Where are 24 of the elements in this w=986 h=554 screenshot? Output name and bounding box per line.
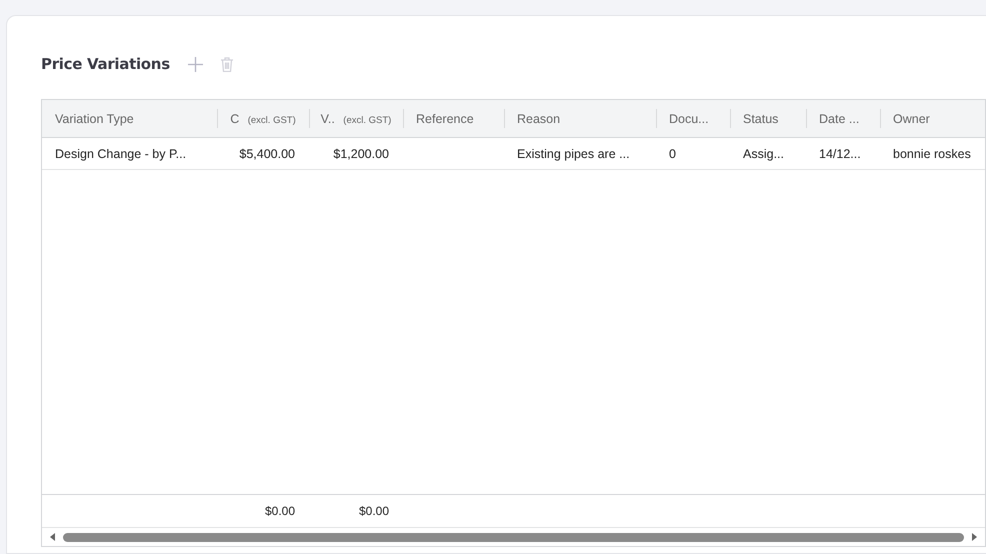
scroll-left-icon[interactable]	[50, 533, 55, 541]
table-cell: $5,400.00	[239, 146, 295, 160]
table-cell: Existing pipes are ...	[517, 146, 630, 160]
total-cell: $0.00	[264, 504, 295, 518]
column-header[interactable]: V.. (excl. GST)	[320, 112, 392, 126]
add-icon[interactable]	[188, 56, 203, 72]
column-header[interactable]: Owner	[893, 112, 930, 126]
scrollbar-thumb[interactable]	[63, 532, 964, 542]
column-header[interactable]: Reason	[517, 112, 560, 126]
table-cell: bonnie roskes	[893, 146, 971, 160]
column-header[interactable]: Variation Type	[55, 112, 134, 126]
table-cell: 0	[669, 146, 676, 160]
section-title: Price Variations	[41, 55, 170, 73]
table-cell: $1,200.00	[333, 146, 389, 160]
table-cell: Assig...	[743, 146, 784, 160]
total-cell: $0.00	[358, 504, 389, 518]
column-header[interactable]: Date ...	[819, 112, 860, 126]
column-header[interactable]: Docu...	[669, 112, 709, 126]
column-header[interactable]: C (excl. GST)	[230, 112, 296, 126]
scroll-right-icon[interactable]	[972, 533, 977, 541]
table-cell: Design Change - by P...	[55, 146, 186, 160]
column-header[interactable]: Status	[743, 112, 778, 126]
column-header[interactable]: Reference	[416, 112, 474, 126]
table-cell: 14/12...	[819, 146, 861, 160]
